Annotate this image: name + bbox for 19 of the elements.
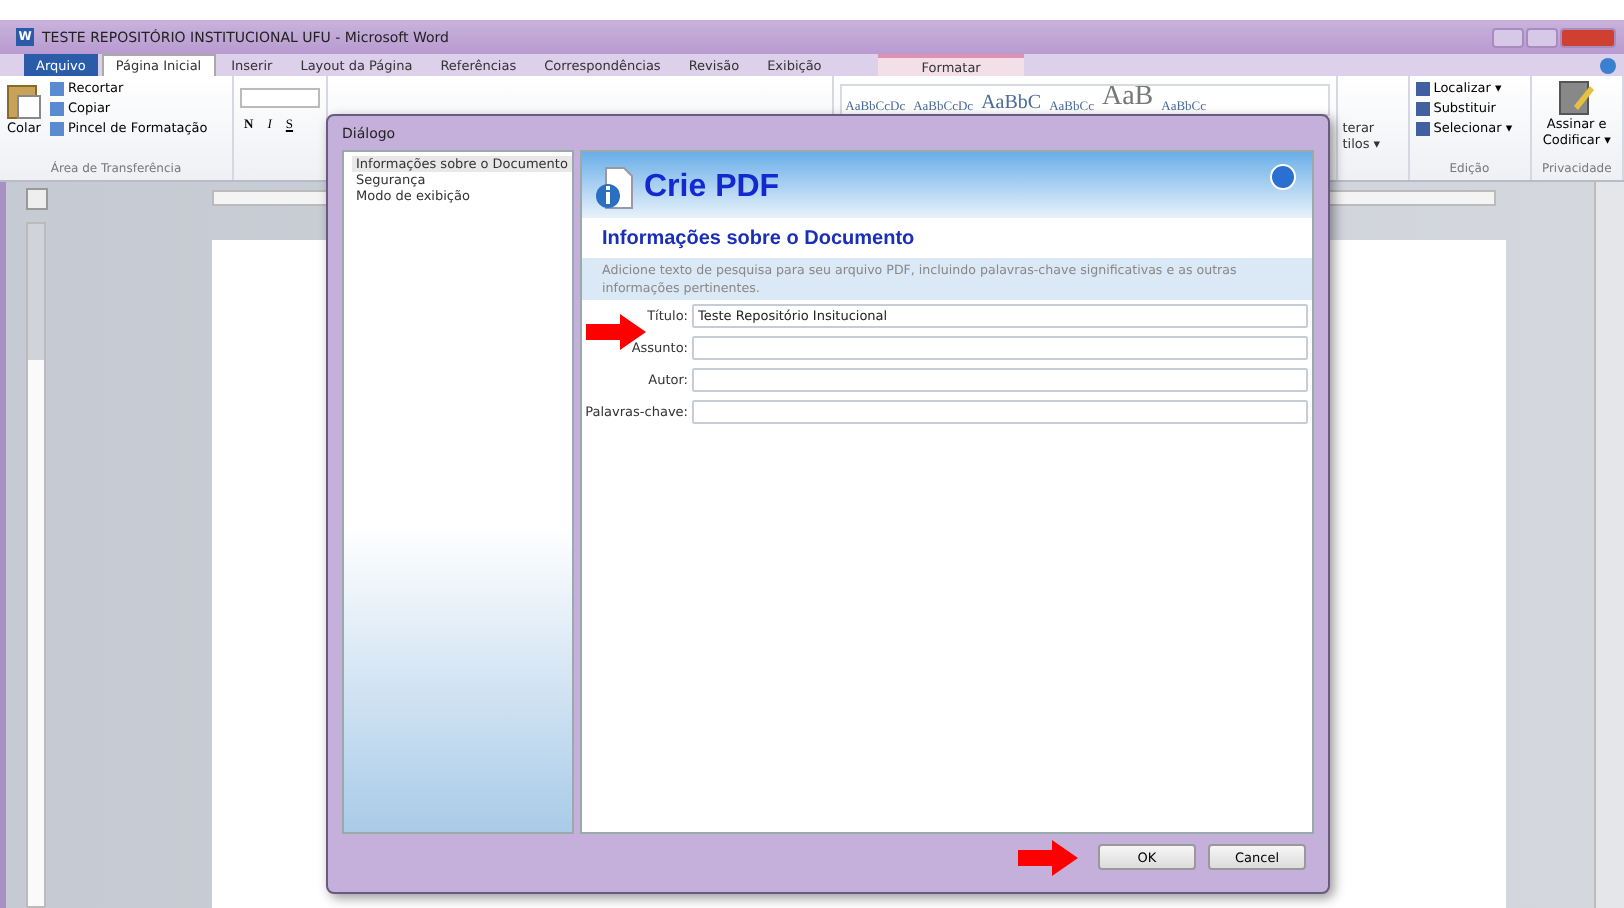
ruler-toggle[interactable] — [25, 188, 47, 210]
style-preset[interactable]: AaBbC — [981, 92, 1042, 114]
input-field[interactable] — [692, 368, 1308, 392]
input-field[interactable] — [692, 400, 1308, 424]
style-preset[interactable]: AaB — [1101, 86, 1154, 114]
font-name-field[interactable] — [240, 88, 321, 108]
arrow-icon — [1018, 839, 1078, 875]
scrollbar[interactable] — [1594, 182, 1624, 908]
clipboard-icon — [6, 80, 42, 120]
close-button[interactable] — [1560, 27, 1616, 47]
input-field[interactable] — [692, 336, 1308, 360]
dialog-heading: Crie PDF — [644, 170, 780, 206]
info-document-icon — [594, 166, 634, 210]
section-heading: Informações sobre o Documento — [600, 226, 917, 254]
help-icon[interactable] — [1270, 164, 1296, 190]
minimize-button[interactable] — [1492, 27, 1524, 47]
maximize-button[interactable] — [1526, 27, 1558, 47]
help-icon[interactable] — [1600, 58, 1616, 74]
document-pen-icon — [1558, 80, 1595, 116]
